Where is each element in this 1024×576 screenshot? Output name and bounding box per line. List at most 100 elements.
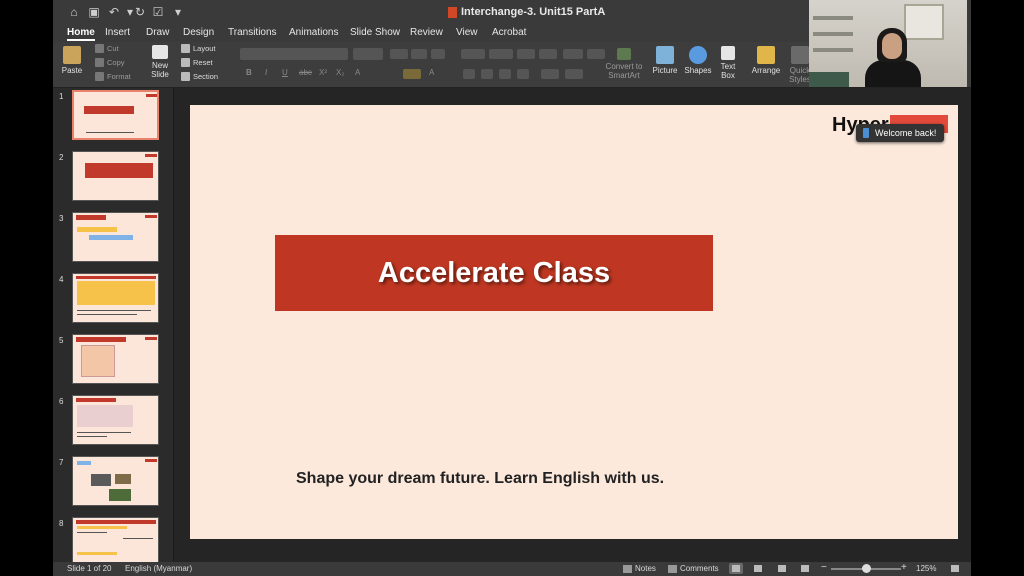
bold-button[interactable]: B	[246, 68, 252, 77]
arrange-button[interactable]: Arrange	[750, 46, 782, 75]
new-slide-icon	[152, 45, 168, 59]
font-size-select[interactable]	[353, 48, 383, 60]
slide-thumbnail-5[interactable]: 5	[53, 334, 173, 386]
welcome-back-toast[interactable]: Welcome back!	[856, 124, 945, 142]
subscript-button[interactable]: X₂	[336, 68, 344, 77]
undo-icon[interactable]: ↶	[107, 5, 121, 19]
thumbnail-image	[72, 456, 159, 506]
slide-title-banner[interactable]: Accelerate Class	[275, 235, 713, 311]
comments-label: Comments	[680, 564, 719, 573]
superscript-button[interactable]: X²	[319, 68, 327, 77]
numbering-button[interactable]	[489, 49, 513, 59]
tab-design[interactable]: Design	[183, 27, 214, 38]
zoom-in-icon[interactable]: +	[901, 562, 907, 573]
comments-button[interactable]: Comments	[668, 564, 719, 573]
reading-view-button[interactable]	[775, 563, 789, 574]
normal-view-icon	[732, 565, 740, 572]
highlight-color-button[interactable]	[403, 69, 421, 79]
webcam-desk	[809, 72, 849, 87]
scissors-icon	[95, 44, 104, 53]
font-name-select[interactable]	[240, 48, 348, 60]
home-icon[interactable]: ⌂	[67, 5, 81, 19]
current-slide[interactable]: Accelerate Class Shape your dream future…	[190, 105, 958, 539]
copy-icon	[95, 58, 104, 67]
fit-to-window-button[interactable]	[948, 563, 962, 574]
increase-font-size-button[interactable]	[390, 49, 408, 59]
slide-sorter-button[interactable]	[751, 563, 765, 574]
cut-button[interactable]: Cut	[95, 44, 119, 53]
tab-view[interactable]: View	[456, 27, 478, 38]
align-text-button[interactable]	[565, 69, 583, 79]
comments-icon	[668, 564, 677, 573]
normal-view-button[interactable]	[729, 563, 743, 574]
slide-thumbnail-2[interactable]: 2	[53, 151, 173, 203]
webcam-window	[904, 4, 944, 40]
thumbnail-number: 3	[59, 214, 64, 223]
fit-to-window-icon	[951, 565, 959, 572]
thumbnail-image	[72, 90, 159, 140]
tab-home[interactable]: Home	[67, 27, 95, 41]
new-slide-button[interactable]: New Slide	[147, 45, 173, 79]
picture-button[interactable]: Picture	[651, 46, 679, 75]
convert-to-smartart-button[interactable]: Convert to SmartArt	[602, 48, 646, 80]
tab-animations[interactable]: Animations	[289, 27, 338, 38]
slide-thumbnail-7[interactable]: 7	[53, 456, 173, 508]
check-box-icon[interactable]: ☑	[151, 5, 165, 19]
text-box-icon	[721, 46, 735, 60]
slide-thumbnail-6[interactable]: 6	[53, 395, 173, 447]
italic-button[interactable]: I	[265, 68, 267, 77]
tab-insert[interactable]: Insert	[105, 27, 130, 38]
slide-tagline[interactable]: Shape your dream future. Learn English w…	[296, 470, 664, 488]
notes-button[interactable]: Notes	[623, 564, 656, 573]
text-box-button[interactable]: Text Box	[717, 46, 739, 80]
thumbnail-number: 1	[59, 92, 64, 101]
thumbnail-number: 4	[59, 275, 64, 284]
tab-acrobat[interactable]: Acrobat	[492, 27, 526, 38]
zoom-out-icon[interactable]: −	[821, 562, 827, 573]
format-label: Format	[107, 72, 131, 81]
line-spacing-button[interactable]	[563, 49, 583, 59]
font-color-button[interactable]: A	[429, 68, 434, 77]
justify-button[interactable]	[517, 69, 529, 79]
tab-transitions[interactable]: Transitions	[228, 27, 277, 38]
text-direction-button[interactable]	[541, 69, 559, 79]
underline-button[interactable]: U	[282, 68, 288, 77]
picture-label: Picture	[652, 66, 678, 75]
reset-button[interactable]: Reset	[181, 58, 213, 67]
bullets-button[interactable]	[461, 49, 485, 59]
status-bar: Slide 1 of 20 English (Myanmar) Notes Co…	[53, 562, 971, 576]
slide-sorter-icon	[754, 565, 762, 572]
decrease-font-size-button[interactable]	[411, 49, 427, 59]
slide-thumbnail-pane[interactable]: 1 2 3 4 5 6 7 8	[53, 88, 173, 567]
change-case-button[interactable]: A	[355, 68, 360, 77]
tab-review[interactable]: Review	[410, 27, 443, 38]
redo-icon[interactable]: ↻	[133, 5, 147, 19]
customize-toolbar-icon[interactable]: ▾	[171, 5, 185, 19]
format-painter-button[interactable]: Format	[95, 72, 131, 81]
thumbnail-number: 2	[59, 153, 64, 162]
zoom-slider-handle[interactable]	[862, 564, 871, 573]
slide-thumbnail-3[interactable]: 3	[53, 212, 173, 264]
slide-thumbnail-1[interactable]: 1	[53, 90, 173, 142]
language-indicator[interactable]: English (Myanmar)	[125, 564, 192, 573]
new-slide-label-2: Slide	[151, 70, 169, 79]
layout-button[interactable]: Layout	[181, 44, 216, 53]
align-right-button[interactable]	[499, 69, 511, 79]
align-left-button[interactable]	[463, 69, 475, 79]
shapes-button[interactable]: Shapes	[684, 46, 712, 75]
align-center-button[interactable]	[481, 69, 493, 79]
decrease-indent-button[interactable]	[517, 49, 535, 59]
zoom-level[interactable]: 125%	[916, 564, 936, 573]
section-button[interactable]: Section	[181, 72, 218, 81]
tab-slide-show[interactable]: Slide Show	[350, 27, 400, 38]
slideshow-button[interactable]	[798, 563, 812, 574]
clear-formatting-button[interactable]	[431, 49, 445, 59]
tab-draw[interactable]: Draw	[146, 27, 169, 38]
paste-button[interactable]: Paste	[61, 46, 83, 75]
strikethrough-button[interactable]: abc	[299, 68, 312, 77]
save-icon[interactable]: ▣	[87, 5, 101, 19]
copy-button[interactable]: Copy	[95, 58, 125, 67]
powerpoint-file-icon	[448, 6, 457, 18]
increase-indent-button[interactable]	[539, 49, 557, 59]
slide-thumbnail-4[interactable]: 4	[53, 273, 173, 325]
